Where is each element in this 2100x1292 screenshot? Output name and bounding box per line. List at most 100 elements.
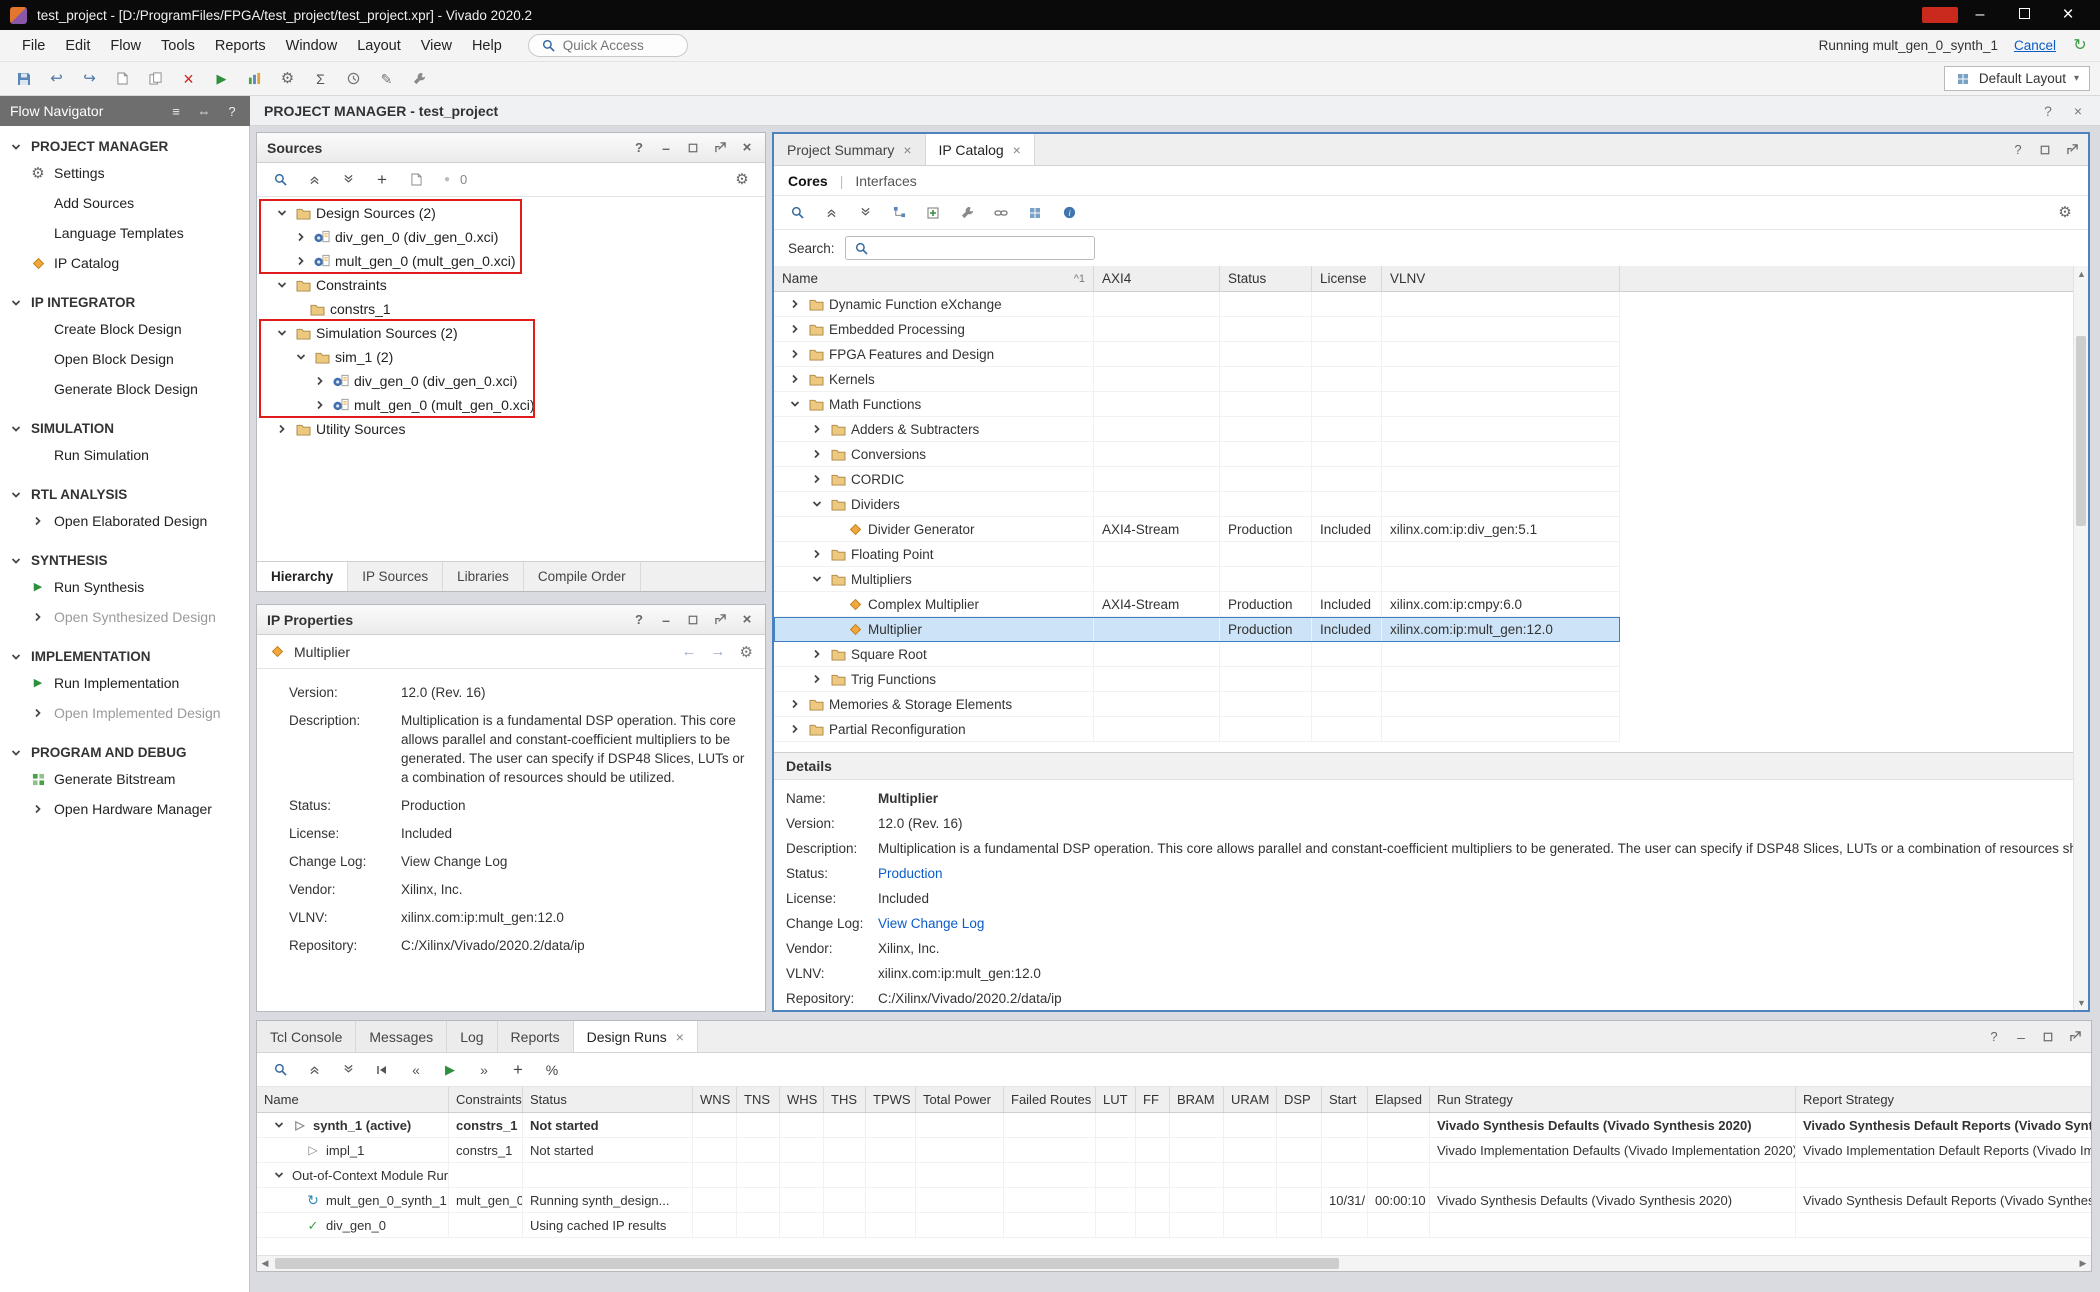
percent-button[interactable]: %: [541, 1059, 563, 1081]
maximize-button[interactable]: [685, 612, 701, 628]
first-button[interactable]: [371, 1059, 393, 1081]
wrench-button[interactable]: [956, 202, 978, 224]
close-tab-icon[interactable]: ×: [903, 142, 911, 158]
close-tab-icon[interactable]: ×: [676, 1029, 684, 1045]
column-header-wns[interactable]: WNS: [693, 1087, 737, 1112]
gear-icon[interactable]: ⚙: [740, 643, 753, 661]
expander-icon[interactable]: [8, 142, 24, 152]
expander-icon[interactable]: [809, 474, 825, 484]
column-header-vlnv[interactable]: VLNV: [1382, 266, 1620, 291]
add-ip-button[interactable]: [922, 202, 944, 224]
quick-access-search[interactable]: [528, 34, 688, 57]
catalog-row-memories-storage-elements[interactable]: Memories & Storage Elements: [774, 692, 1620, 717]
copy-button[interactable]: [142, 66, 169, 92]
expander-icon[interactable]: [8, 652, 24, 662]
column-header-name[interactable]: Name: [257, 1087, 449, 1112]
run-row-impl-1[interactable]: ▷impl_1constrs_1Not startedVivado Implem…: [257, 1138, 2091, 1163]
help-icon[interactable]: ?: [224, 103, 240, 119]
column-header-uram[interactable]: URAM: [1224, 1087, 1277, 1112]
source-tree-item-utility-sources[interactable]: Utility Sources: [265, 417, 765, 441]
flow-section-project-manager[interactable]: PROJECT MANAGER: [0, 134, 249, 158]
close-button[interactable]: ×: [2046, 4, 2090, 26]
catalog-row-adders-subtracters[interactable]: Adders & Subtracters: [774, 417, 1620, 442]
doc-button[interactable]: [405, 169, 427, 191]
menu-reports[interactable]: Reports: [205, 34, 276, 58]
collapse-all-button[interactable]: [303, 169, 325, 191]
sources-tab-libraries[interactable]: Libraries: [443, 562, 524, 591]
maximize-button[interactable]: [2040, 1029, 2056, 1045]
vertical-scrollbar[interactable]: ▲ ▼: [2073, 266, 2088, 1010]
expander-icon[interactable]: [274, 280, 290, 290]
collapse-all-button[interactable]: [820, 202, 842, 224]
stop-button[interactable]: ×: [175, 66, 202, 92]
expand-all-button[interactable]: [337, 1059, 359, 1081]
link-button[interactable]: [990, 202, 1012, 224]
ip-properties-header[interactable]: IP Properties ?–×: [257, 605, 765, 635]
help-button[interactable]: ?: [1986, 1029, 2002, 1045]
source-tree-item-constrs-1[interactable]: constrs_1: [265, 297, 765, 321]
grid-button[interactable]: [1024, 202, 1046, 224]
search-button[interactable]: [269, 1059, 291, 1081]
expander-icon[interactable]: [787, 299, 803, 309]
minimize-button[interactable]: –: [2013, 1029, 2029, 1045]
column-header-tpws[interactable]: TPWS: [866, 1087, 916, 1112]
catalog-row-floating-point[interactable]: Floating Point: [774, 542, 1620, 567]
catalog-row-multiplier[interactable]: MultiplierProductionIncludedxilinx.com:i…: [774, 617, 1620, 642]
source-tree-item-constraints[interactable]: Constraints: [265, 273, 765, 297]
sigma-button[interactable]: Σ: [307, 66, 334, 92]
info-button[interactable]: i: [1058, 202, 1080, 224]
catalog-search-input[interactable]: [876, 241, 1076, 256]
column-header-elapsed[interactable]: Elapsed: [1368, 1087, 1430, 1112]
source-tree-item-sim-1[interactable]: sim_1 (2): [265, 345, 765, 369]
maximize-button[interactable]: [2002, 6, 2046, 24]
run-row-div-gen-0[interactable]: ✓div_gen_0Using cached IP results: [257, 1213, 2091, 1238]
expander-icon[interactable]: [293, 352, 309, 362]
help-button[interactable]: ?: [2010, 142, 2026, 158]
flow-item-run-implementation[interactable]: ▶Run Implementation: [0, 668, 249, 698]
dashboard-button[interactable]: [241, 66, 268, 92]
menu-edit[interactable]: Edit: [55, 34, 100, 58]
scroll-right-icon[interactable]: ▶: [2075, 1256, 2091, 1271]
search-button[interactable]: [269, 169, 291, 191]
save-button[interactable]: [10, 66, 37, 92]
expander-icon[interactable]: [809, 649, 825, 659]
settings-button[interactable]: ⚙: [731, 169, 753, 191]
expander-icon[interactable]: [274, 208, 290, 218]
expander-icon[interactable]: [8, 748, 24, 758]
subtab-interfaces[interactable]: Interfaces: [855, 173, 916, 189]
menu-window[interactable]: Window: [276, 34, 348, 58]
catalog-row-divider-generator[interactable]: Divider GeneratorAXI4-StreamProductionIn…: [774, 517, 1620, 542]
expander-icon[interactable]: [809, 574, 825, 584]
expander-icon[interactable]: [293, 232, 309, 242]
back-icon[interactable]: ←: [682, 643, 697, 660]
expand-all-button[interactable]: [854, 202, 876, 224]
catalog-row-dividers[interactable]: Dividers: [774, 492, 1620, 517]
flow-item-generate-block-design[interactable]: Generate Block Design: [0, 374, 249, 404]
catalog-row-dynamic-function-exchange[interactable]: Dynamic Function eXchange: [774, 292, 1620, 317]
flow-item-open-hardware-manager[interactable]: Open Hardware Manager: [0, 794, 249, 824]
catalog-row-partial-reconfiguration[interactable]: Partial Reconfiguration: [774, 717, 1620, 742]
column-header-bram[interactable]: BRAM: [1170, 1087, 1224, 1112]
flow-section-simulation[interactable]: SIMULATION: [0, 416, 249, 440]
expander-icon[interactable]: [809, 449, 825, 459]
expander-icon[interactable]: [8, 424, 24, 434]
field-value[interactable]: Production: [401, 796, 466, 815]
flow-item-ip-catalog[interactable]: IP Catalog: [0, 248, 249, 278]
column-header-whs[interactable]: WHS: [780, 1087, 824, 1112]
catalog-row-embedded-processing[interactable]: Embedded Processing: [774, 317, 1620, 342]
expander-icon[interactable]: [274, 328, 290, 338]
column-header-name[interactable]: Name^1: [774, 266, 1094, 291]
catalog-row-kernels[interactable]: Kernels: [774, 367, 1620, 392]
flow-item-generate-bitstream[interactable]: Generate Bitstream: [0, 764, 249, 794]
help-button[interactable]: ?: [631, 612, 647, 628]
expander-icon[interactable]: [787, 699, 803, 709]
console-tab-messages[interactable]: Messages: [356, 1021, 447, 1052]
scrollbar-thumb[interactable]: [2076, 336, 2086, 526]
expander-icon[interactable]: [8, 556, 24, 566]
catalog-row-conversions[interactable]: Conversions: [774, 442, 1620, 467]
flow-item-create-block-design[interactable]: Create Block Design: [0, 314, 249, 344]
run-row-synth-1-active[interactable]: ▷synth_1 (active)constrs_1Not startedViv…: [257, 1113, 2091, 1138]
expand-all-button[interactable]: [337, 169, 359, 191]
column-header-status[interactable]: Status: [1220, 266, 1312, 291]
run-row-mult-gen-0-synth-1[interactable]: ↻mult_gen_0_synth_1mult_gen_0Running syn…: [257, 1188, 2091, 1213]
